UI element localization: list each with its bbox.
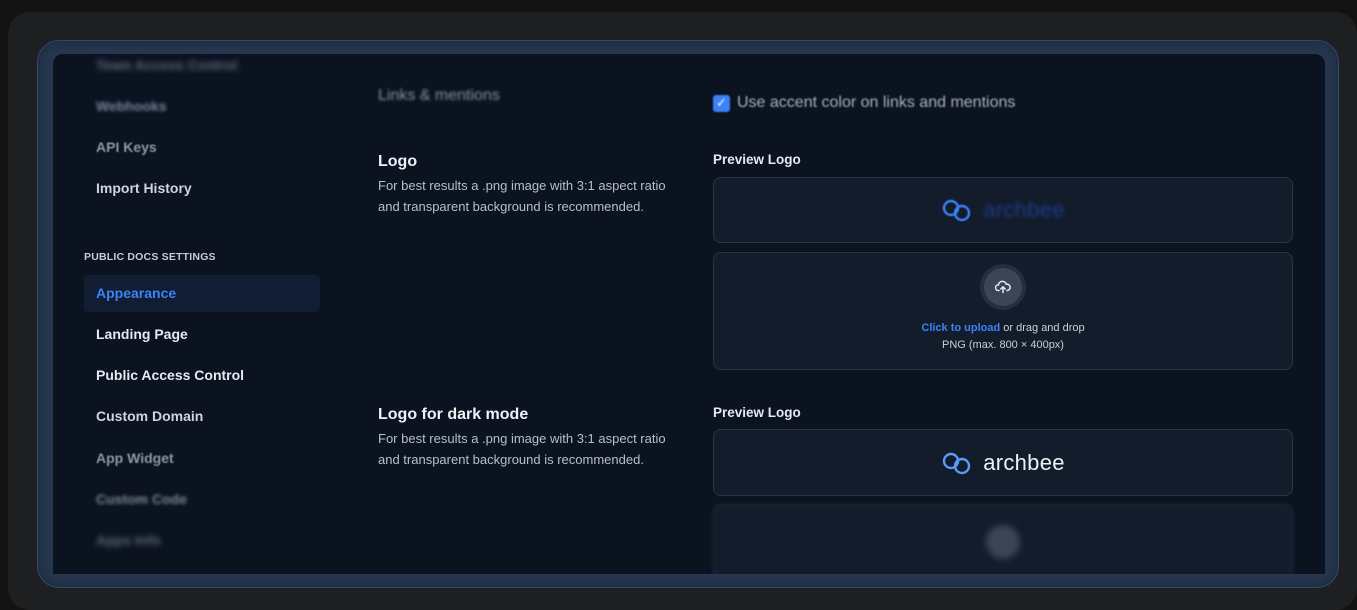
logo-section-title: Logo bbox=[378, 153, 418, 170]
settings-app: Team Access Control Webhooks API Keys Im… bbox=[53, 54, 1325, 574]
sidebar-item-webhooks[interactable]: Webhooks bbox=[96, 98, 167, 114]
accent-color-checkbox-row[interactable]: ✓ Use accent color on links and mentions bbox=[713, 94, 1015, 112]
accent-color-checkbox-label: Use accent color on links and mentions bbox=[737, 94, 1016, 111]
upload-hint: PNG (max. 800 × 400px) bbox=[942, 339, 1064, 351]
logo-dark-preview-label: Preview Logo bbox=[713, 405, 801, 420]
logo-section-description: For best results a .png image with 3:1 a… bbox=[378, 178, 666, 214]
upload-cloud-icon[interactable] bbox=[986, 525, 1020, 559]
logo-preview-brand-text: archbee bbox=[983, 197, 1065, 222]
logo-preview-panel: archbee bbox=[713, 177, 1293, 243]
archbee-logo-icon bbox=[942, 452, 971, 474]
logo-dark-preview-panel: archbee bbox=[713, 429, 1293, 496]
archbee-logo-icon bbox=[942, 199, 971, 222]
logo-dark-preview-brand-text: archbee bbox=[983, 449, 1065, 475]
sidebar-item-custom-code[interactable]: Custom Code bbox=[96, 491, 187, 507]
sidebar-item-public-access-control[interactable]: Public Access Control bbox=[96, 367, 244, 383]
upload-drag-text: or drag and drop bbox=[1003, 322, 1085, 334]
accent-color-checkbox[interactable]: ✓ bbox=[713, 94, 730, 112]
sidebar-item-landing-page[interactable]: Landing Page bbox=[96, 326, 188, 342]
sidebar-section-title: PUBLIC DOCS SETTINGS bbox=[84, 251, 216, 263]
logo-upload-dropzone[interactable]: Click to upload or drag and drop PNG (ma… bbox=[713, 252, 1293, 370]
upload-instructions: Click to upload or drag and drop bbox=[714, 322, 1292, 334]
logo-dark-section-title: Logo for dark mode bbox=[378, 406, 529, 423]
upload-cloud-icon[interactable] bbox=[984, 268, 1022, 306]
click-to-upload-link[interactable]: Click to upload bbox=[921, 322, 1000, 334]
links-mentions-heading: Links & mentions bbox=[378, 87, 500, 104]
sidebar-item-apps-info[interactable]: Apps Info bbox=[96, 532, 161, 548]
sidebar-item-api-keys[interactable]: API Keys bbox=[96, 139, 157, 155]
sidebar-item-custom-domain[interactable]: Custom Domain bbox=[96, 408, 203, 424]
sidebar-item-app-widget[interactable]: App Widget bbox=[96, 450, 174, 466]
sidebar-item-appearance[interactable]: Appearance bbox=[96, 285, 176, 301]
logo-preview-label: Preview Logo bbox=[713, 152, 801, 167]
sidebar-item-team-access-control[interactable]: Team Access Control bbox=[96, 57, 238, 73]
sidebar-item-import-history[interactable]: Import History bbox=[96, 180, 192, 196]
logo-dark-upload-dropzone[interactable] bbox=[713, 504, 1293, 574]
logo-dark-section-description: For best results a .png image with 3:1 a… bbox=[378, 431, 666, 467]
